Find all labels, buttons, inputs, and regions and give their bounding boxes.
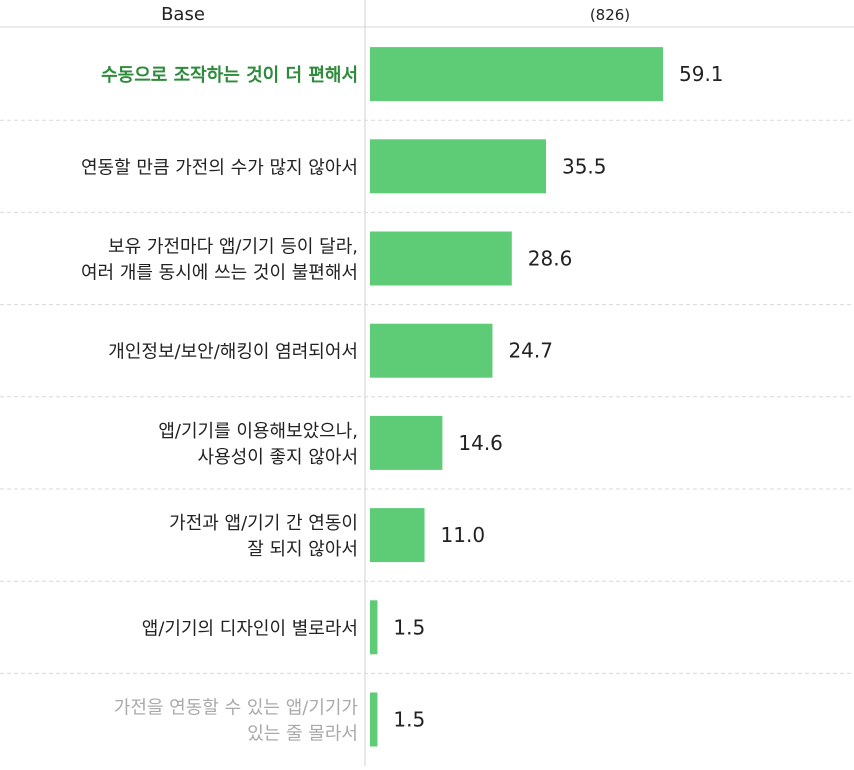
category-label: 앱/기기를 이용해보았으나, bbox=[158, 421, 358, 442]
bar bbox=[370, 139, 546, 194]
bar bbox=[370, 231, 512, 286]
category-label: 가전과 앱/기기 간 연동이 bbox=[169, 513, 358, 534]
bar-value-label: 11.0 bbox=[441, 523, 486, 547]
bar-chart: Base (826) 59.1 수동으로 조작하는 것이 더 편해서 35.5 연동할… bbox=[0, 0, 854, 766]
bar-value-label: 24.7 bbox=[508, 339, 553, 363]
bar-value-label: 28.6 bbox=[528, 247, 573, 271]
bar bbox=[370, 600, 378, 655]
bar-value-label: 1.5 bbox=[393, 615, 425, 639]
category-label: 가전을 연동할 수 있는 앱/기기가 bbox=[114, 698, 358, 719]
bar-value-label: 1.5 bbox=[393, 708, 425, 732]
category-label: 잘 되지 않아서 bbox=[247, 539, 358, 560]
bar-value-label: 59.1 bbox=[679, 62, 724, 86]
bar-value-label: 14.6 bbox=[458, 431, 503, 455]
category-label: 사용성이 좋지 않아서 bbox=[198, 447, 358, 468]
chart-container: Base (826) 59.1 수동으로 조작하는 것이 더 편해서 35.5 연동할… bbox=[0, 0, 854, 766]
category-label: 앱/기기의 디자인이 별로라서 bbox=[142, 618, 358, 639]
bar bbox=[370, 508, 425, 563]
base-label: Base bbox=[161, 4, 205, 25]
category-label: 여러 개를 동시에 쓰는 것이 불편해서 bbox=[81, 263, 358, 284]
chart-rows: 59.1 수동으로 조작하는 것이 더 편해서 35.5 연동할 만큼 가전의 수가 … bbox=[0, 47, 854, 747]
category-label: 개인정보/보안/해킹이 염려되어서 bbox=[108, 342, 358, 363]
bar bbox=[370, 47, 663, 102]
category-label: 수동으로 조작하는 것이 더 편해서 bbox=[101, 65, 358, 86]
bar-value-label: 35.5 bbox=[562, 154, 607, 178]
base-value: (826) bbox=[590, 6, 630, 24]
category-label: 연동할 만큼 가전의 수가 많지 않아서 bbox=[81, 157, 358, 178]
bar bbox=[370, 323, 493, 378]
category-label: 보유 가전마다 앱/기기 등이 달라, bbox=[108, 237, 358, 258]
bar bbox=[370, 415, 443, 470]
category-label: 있는 줄 몰라서 bbox=[247, 724, 358, 745]
bar bbox=[370, 692, 378, 747]
